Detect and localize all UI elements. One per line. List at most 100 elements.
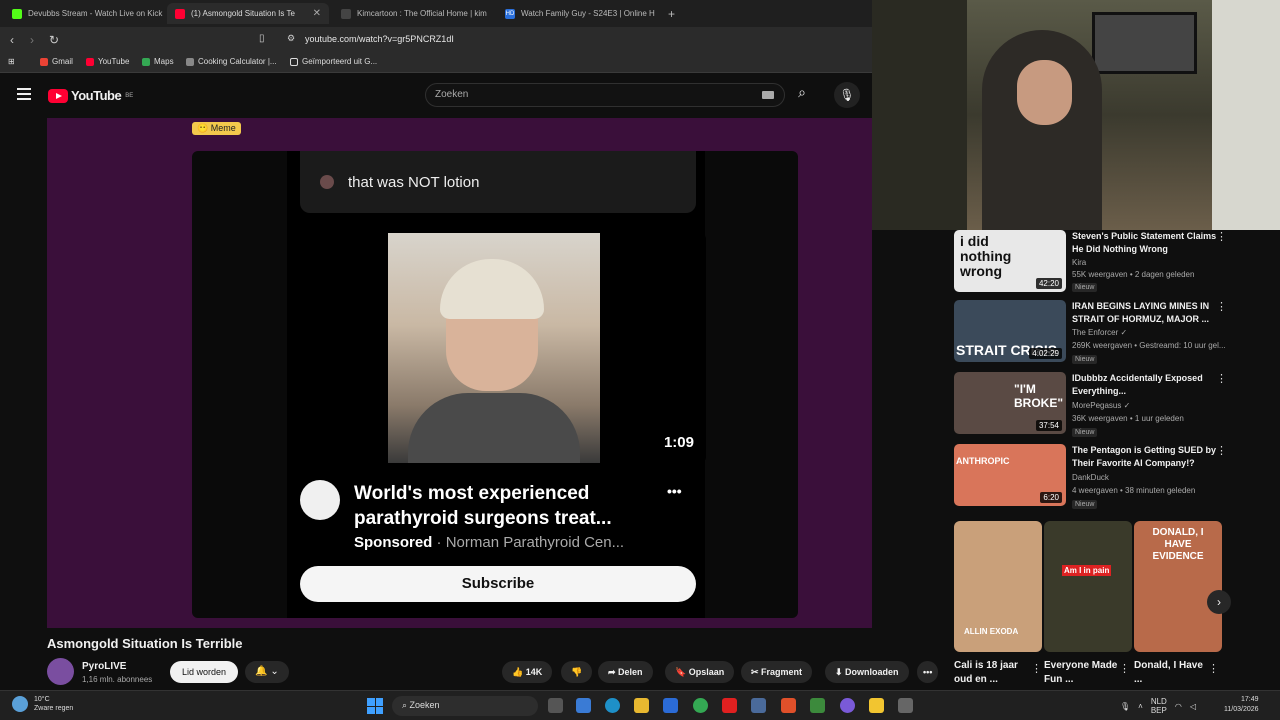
clock[interactable]: 17:49 11/03/2026 [1224, 695, 1259, 715]
wifi-icon[interactable]: ◠ [1175, 702, 1182, 711]
thumbnail-text: "I'M BROKE" [1014, 382, 1064, 410]
url-field[interactable]: youtube.com/watch?v=gr5PNCRZ1dI [305, 34, 454, 44]
search-input[interactable]: Zoeken [425, 83, 785, 107]
short-thumbnail[interactable]: ALLIN EXODA [954, 521, 1042, 652]
taskbar-search[interactable]: ⌕ Zoeken [392, 696, 538, 716]
forward-icon[interactable]: › [30, 33, 34, 47]
volume-icon[interactable]: ◁ [1190, 702, 1196, 711]
mic-icon[interactable]: 🎙 [1120, 702, 1130, 711]
video-title[interactable]: IRAN BEGINS LAYING MINES IN STRAIT OF HO… [1072, 300, 1222, 326]
channel-name[interactable]: DankDuck [1072, 473, 1109, 482]
search-icon[interactable]: ⌕ [790, 84, 814, 106]
hamburger-menu-icon[interactable] [17, 88, 31, 100]
share-button[interactable]: ➦ Delen [598, 661, 653, 683]
reload-icon[interactable]: ↻ [49, 33, 59, 47]
chevron-right-icon[interactable]: › [1207, 590, 1231, 614]
video-player[interactable]: 😶 Meme that was NOT lotion 1:09 World's … [47, 118, 872, 628]
back-icon[interactable]: ‹ [10, 33, 14, 47]
channel-name[interactable]: MorePegasus ✓ [1072, 401, 1130, 410]
chevron-up-icon[interactable]: ˄ [1138, 702, 1143, 711]
keyboard-layout: BEP [1150, 706, 1167, 715]
join-button[interactable]: Lid worden [170, 661, 238, 683]
video-title[interactable]: Steven's Public Statement Claims He Did … [1072, 230, 1222, 256]
channel-name[interactable]: PyroLIVE [82, 661, 126, 672]
windows-start-icon[interactable] [367, 698, 383, 714]
language-indicator[interactable]: NLD BEP [1151, 697, 1167, 715]
more-vert-icon[interactable]: ⋮ [1216, 372, 1227, 385]
bookmark-folder[interactable]: Geïmporteerd uit G... [290, 57, 377, 66]
weather-icon [12, 696, 28, 712]
short-title[interactable]: Everyone Made Fun ... [1044, 659, 1124, 687]
more-vert-icon[interactable]: ⋮ [1216, 300, 1227, 313]
bookmark-maps[interactable]: Maps [142, 57, 174, 66]
file-explorer-icon[interactable] [634, 698, 649, 713]
app-icon[interactable] [869, 698, 884, 713]
bookmark-icon[interactable]: ▯ [259, 33, 265, 44]
microphone-icon[interactable]: 🎙 [834, 82, 860, 108]
more-vert-icon[interactable]: ⋮ [1216, 444, 1227, 457]
channel-name[interactable]: Kira [1072, 258, 1086, 267]
video-meta: 36K weergaven • 1 uur geleden [1072, 414, 1184, 423]
bookmark-cooking[interactable]: Cooking Calculator |... [186, 57, 277, 66]
calculator-icon[interactable] [751, 698, 766, 713]
video-meta: 269K weergaven • Gestreamd: 10 uur gel..… [1072, 341, 1226, 350]
video-title[interactable]: IDubbbz Accidentally Exposed Everything.… [1072, 372, 1222, 398]
keyboard-icon[interactable] [762, 91, 774, 99]
more-vert-icon[interactable]: ⋮ [1031, 662, 1042, 675]
youtube-icon [175, 8, 185, 19]
video-thumbnail[interactable]: STRAIT CRISIS 4:02:29 [954, 300, 1066, 362]
tab-familyguy[interactable]: HD Watch Family Guy - S24E3 | Online H [497, 3, 657, 24]
task-view-icon[interactable] [548, 698, 563, 713]
channel-avatar[interactable] [47, 658, 74, 685]
discord-icon[interactable] [840, 698, 855, 713]
download-button[interactable]: ⬇ Downloaden [825, 661, 909, 683]
app-icon[interactable] [898, 698, 913, 713]
more-vert-icon[interactable]: ⋮ [1119, 662, 1130, 675]
site-info-icon[interactable]: ⚙ [287, 33, 295, 44]
tab-kick[interactable]: Devubbs Stream - Watch Live on Kick [4, 3, 164, 24]
youtube-logo[interactable]: YouTube BE [48, 88, 133, 103]
youtube-app-icon[interactable] [722, 698, 737, 713]
more-actions-button[interactable]: ••• [917, 661, 939, 683]
short-thumbnail[interactable]: Am I in pain [1044, 521, 1132, 652]
app-icon[interactable] [810, 698, 825, 713]
bookmark-youtube[interactable]: YouTube [86, 57, 129, 66]
like-button[interactable]: 👍 14K [502, 661, 553, 683]
edge-icon[interactable] [605, 698, 620, 713]
dislike-button[interactable]: 👎 [561, 661, 593, 683]
store-icon[interactable] [576, 698, 591, 713]
new-tab-button[interactable]: + [660, 3, 680, 24]
weather-widget[interactable]: 10°C Zware regen [12, 695, 73, 713]
recommendation-item[interactable]: i did nothing wrong 42:20 Steven's Publi… [954, 230, 1244, 296]
close-tab-icon[interactable]: ✕ [313, 8, 321, 19]
tab-title: Kimcartoon : The Official Home | kim [357, 9, 487, 18]
outlook-icon[interactable] [663, 698, 678, 713]
tab-youtube[interactable]: (1) Asmongold Situation Is Te ✕ [167, 3, 329, 24]
video-thumbnail[interactable]: i did nothing wrong 42:20 [954, 230, 1066, 292]
notification-bell-button[interactable]: 🔔 ⌄ [245, 661, 289, 683]
video-thumbnail[interactable]: ANTHROPIC 6:20 [954, 444, 1066, 506]
channel-name[interactable]: The Enforcer ✓ [1072, 328, 1127, 337]
apps-icon[interactable]: ⊞ [8, 57, 15, 66]
short-title[interactable]: Cali is 18 jaar oud en ... [954, 659, 1034, 687]
tab-kimcartoon[interactable]: Kimcartoon : The Official Home | kim [333, 3, 493, 24]
short-title[interactable]: Donald, I Have ... [1134, 659, 1214, 687]
comment-text: that was NOT lotion [348, 173, 480, 191]
more-vert-icon[interactable]: ⋮ [1216, 230, 1227, 243]
short-thumbnail[interactable]: DONALD, I HAVE EVIDENCE [1134, 521, 1222, 652]
video-thumbnail[interactable]: "I'M BROKE" 37:54 [954, 372, 1066, 434]
sponsored-label: Sponsored [354, 534, 433, 551]
woman-image [388, 233, 600, 463]
system-tray[interactable]: 🎙 ˄ NLD BEP ◠ ◁ [1120, 697, 1196, 715]
bookmark-gmail[interactable]: Gmail [40, 57, 73, 66]
clip-button[interactable]: ✂ Fragment [741, 661, 813, 683]
chrome-icon[interactable] [693, 698, 708, 713]
more-vert-icon[interactable]: ⋮ [1208, 662, 1219, 675]
recommendation-item[interactable]: "I'M BROKE" 37:54 IDubbbz Accidentally E… [954, 372, 1244, 438]
recommendation-item[interactable]: STRAIT CRISIS 4:02:29 IRAN BEGINS LAYING… [954, 300, 1244, 366]
recommendation-item[interactable]: ANTHROPIC 6:20 The Pentagon is Getting S… [954, 444, 1244, 510]
meme-badge: 😶 Meme [192, 122, 241, 135]
brave-icon[interactable] [781, 698, 796, 713]
save-button[interactable]: 🔖 Opslaan [665, 661, 735, 683]
video-title[interactable]: The Pentagon is Getting SUED by Their Fa… [1072, 444, 1222, 470]
